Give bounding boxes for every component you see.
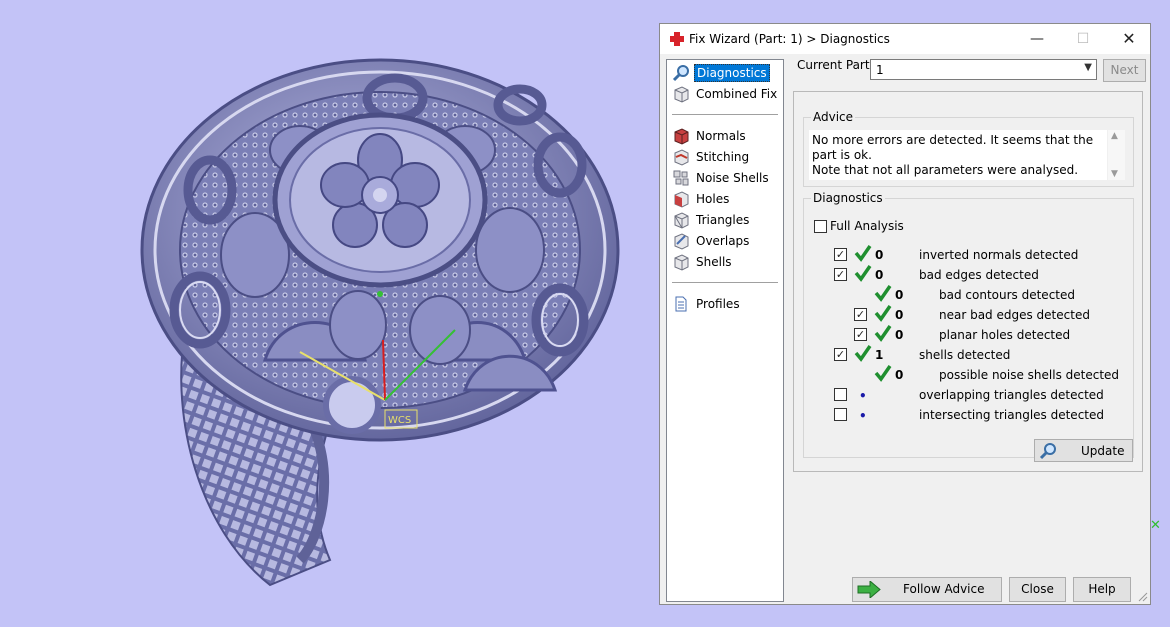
holes-icon	[674, 191, 689, 208]
check-icon	[874, 285, 892, 302]
scroll-up-icon[interactable]: ▲	[1111, 131, 1118, 141]
check-icon	[854, 245, 872, 262]
next-button[interactable]: Next	[1103, 59, 1146, 82]
diagnostics-panel: Advice No more errors are detected. It s…	[793, 91, 1143, 472]
noise-shells-icon	[673, 170, 689, 186]
diag-row: ✓ 1 shells detected	[804, 345, 1134, 365]
cube-icon	[674, 86, 689, 103]
current-part-value: 1	[876, 63, 884, 77]
diag-row: 0 possible noise shells detected	[804, 365, 1134, 385]
close-window-button[interactable]: ✕	[1106, 24, 1152, 54]
full-analysis-label: Full Analysis	[830, 219, 904, 233]
row-checkbox[interactable]: ✓	[834, 248, 847, 261]
row-checkbox[interactable]	[834, 388, 847, 401]
magnifier-icon	[672, 65, 689, 82]
overlaps-icon	[674, 233, 689, 250]
current-part-label: Current Part:	[797, 58, 874, 72]
follow-advice-button[interactable]: Follow Advice	[852, 577, 1002, 602]
diag-row: ✓ 0 near bad edges detected	[804, 305, 1134, 325]
check-icon	[874, 305, 892, 322]
ring-model[interactable]: WCS	[0, 0, 660, 624]
nav-separator	[672, 282, 778, 283]
advice-group: Advice No more errors are detected. It s…	[803, 110, 1134, 187]
document-icon	[675, 296, 687, 312]
advice-line-2: Note that not all parameters were analys…	[812, 163, 1079, 177]
close-button[interactable]: Close	[1009, 577, 1066, 602]
window-title: Fix Wizard (Part: 1) > Diagnostics	[689, 32, 890, 46]
current-part-select[interactable]: 1 ▼	[870, 59, 1097, 80]
help-button[interactable]: Help	[1073, 577, 1131, 602]
title-bar[interactable]: Fix Wizard (Part: 1) > Diagnostics — ☐ ✕	[660, 24, 1150, 54]
maximize-button[interactable]: ☐	[1060, 24, 1106, 54]
triangles-icon	[674, 212, 689, 229]
scroll-down-icon[interactable]: ▼	[1111, 169, 1118, 179]
resize-grip-icon[interactable]	[1138, 592, 1148, 602]
diag-row: • intersecting triangles detected	[804, 405, 1134, 425]
fix-wizard-dialog: Fix Wizard (Part: 1) > Diagnostics — ☐ ✕…	[659, 23, 1151, 605]
diag-row: • overlapping triangles detected	[804, 385, 1134, 405]
row-checkbox[interactable]	[834, 408, 847, 421]
arrow-right-icon	[857, 581, 881, 598]
wcs-label: WCS	[388, 415, 411, 426]
row-checkbox[interactable]: ✓	[834, 348, 847, 361]
normals-icon	[674, 128, 689, 145]
diagnostics-title: Diagnostics	[811, 191, 885, 205]
diag-row: ✓ 0 bad edges detected	[804, 265, 1134, 285]
stitching-icon	[674, 149, 689, 166]
not-run-icon: •	[859, 409, 867, 423]
diagnostics-group: Diagnostics Full Analysis ✓ 0 inverted n…	[803, 191, 1134, 462]
diag-row: 0 bad contours detected	[804, 285, 1134, 305]
advice-scrollbar[interactable]: ▲ ▼	[1108, 130, 1125, 180]
check-icon	[854, 345, 872, 362]
axis-indicator: ✕	[1150, 518, 1161, 533]
nav-separator	[672, 114, 778, 115]
minimize-button[interactable]: —	[1014, 24, 1060, 54]
shells-icon	[674, 254, 689, 271]
diag-row: ✓ 0 inverted normals detected	[804, 245, 1134, 265]
update-button[interactable]: Update	[1034, 439, 1133, 462]
chevron-down-icon: ▼	[1084, 62, 1092, 73]
full-analysis-checkbox[interactable]	[814, 220, 827, 233]
diag-row: ✓ 0 planar holes detected	[804, 325, 1134, 345]
row-checkbox[interactable]: ✓	[834, 268, 847, 281]
check-icon	[854, 265, 872, 282]
row-checkbox[interactable]: ✓	[854, 308, 867, 321]
advice-textbox[interactable]: No more errors are detected. It seems th…	[809, 130, 1107, 180]
wizard-nav-list: Diagnostics Combined Fix Normals Stitchi…	[666, 59, 784, 602]
check-icon	[874, 365, 892, 382]
check-icon	[874, 325, 892, 342]
red-cross-icon	[670, 32, 684, 46]
row-checkbox[interactable]: ✓	[854, 328, 867, 341]
advice-line-1: No more errors are detected. It seems th…	[812, 133, 1094, 162]
advice-title: Advice	[811, 110, 856, 124]
magnifier-icon	[1039, 443, 1056, 460]
not-run-icon: •	[859, 389, 867, 403]
